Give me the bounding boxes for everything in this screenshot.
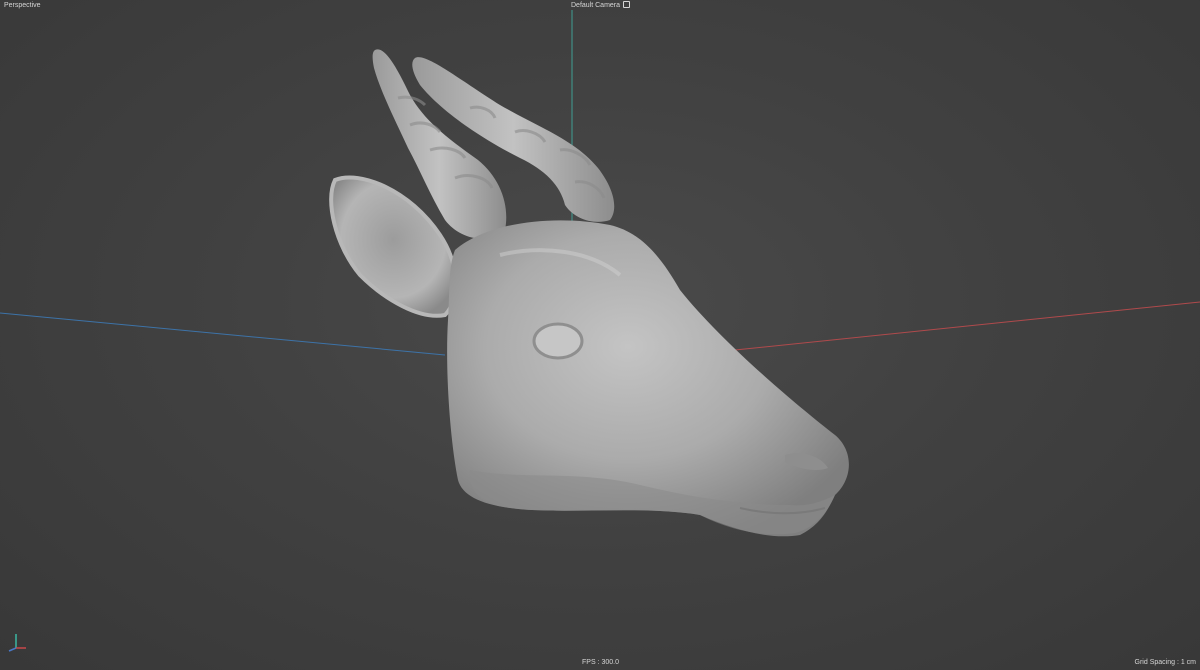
view-name-label[interactable]: Perspective — [4, 1, 41, 11]
viewport-scene[interactable] — [0, 0, 1200, 670]
axis-gizmo-icon — [8, 634, 26, 652]
antelope-head-model[interactable] — [329, 49, 849, 537]
fps-label: FPS : 300.0 — [582, 659, 619, 666]
grid-spacing-label: Grid Spacing : 1 cm — [1134, 659, 1196, 666]
camera-name-label: Default Camera — [571, 2, 621, 9]
camera-icon — [622, 1, 630, 8]
3d-viewport[interactable]: Perspective Default Camera FPS : 300.0 G… — [0, 0, 1200, 670]
world-axis-z-line — [0, 312, 446, 356]
world-axis-x-line — [734, 301, 1200, 351]
eye — [532, 322, 584, 360]
camera-menu[interactable]: Default Camera — [571, 1, 630, 11]
